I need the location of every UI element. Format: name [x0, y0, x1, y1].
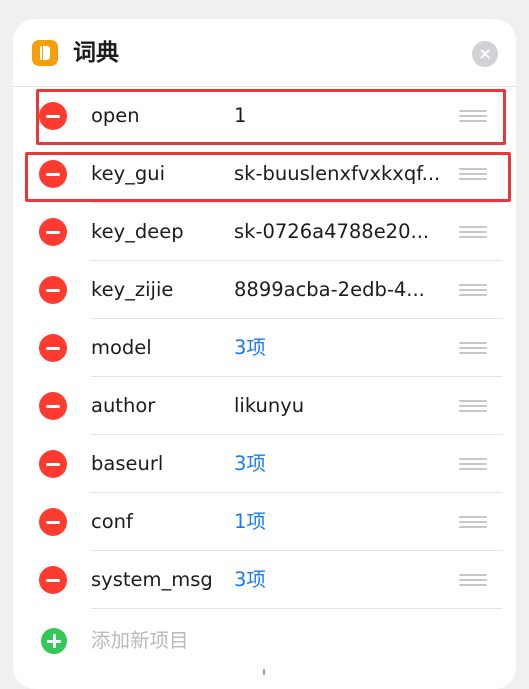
entry-value[interactable]: sk-buuslenxfvxkxqf... [234, 145, 450, 203]
list-item: key_gui sk-buuslenxfvxkxqf... [13, 145, 516, 203]
remove-icon[interactable] [39, 276, 67, 304]
entry-key[interactable]: author [91, 377, 155, 435]
entry-key[interactable]: system_msg [91, 551, 213, 609]
entry-key[interactable]: key_zijie [91, 261, 173, 319]
list-item: open 1 [13, 87, 516, 145]
drag-handle-icon[interactable] [459, 166, 487, 182]
drag-handle-icon[interactable] [459, 572, 487, 588]
entry-key[interactable]: model [91, 319, 152, 377]
dictionary-card: 词典 open 1 key_gui sk-buuslenxfvxkxqf... … [13, 19, 516, 689]
entry-key[interactable]: key_gui [91, 145, 165, 203]
remove-icon[interactable] [39, 392, 67, 420]
add-item-row[interactable]: 添加新项目 [13, 613, 516, 671]
entry-value-link[interactable]: 3项 [234, 435, 450, 493]
entry-key[interactable]: baseurl [91, 435, 163, 493]
entry-key[interactable]: open [91, 87, 140, 145]
book-icon [32, 40, 58, 66]
entry-value-link[interactable]: 3项 [234, 551, 450, 609]
header: 词典 [13, 19, 516, 87]
entry-value[interactable]: likunyu [234, 377, 450, 435]
remove-icon[interactable] [39, 450, 67, 478]
entry-value-link[interactable]: 1项 [234, 493, 450, 551]
bottom-indicator [263, 669, 265, 675]
list-item: key_deep sk-0726a4788e20... [13, 203, 516, 261]
page-title: 词典 [73, 40, 119, 66]
list-item: system_msg 3项 [13, 551, 516, 609]
list-item: baseurl 3项 [13, 435, 516, 493]
remove-icon[interactable] [39, 160, 67, 188]
add-item-label[interactable]: 添加新项目 [91, 613, 189, 669]
entry-value[interactable]: sk-0726a4788e20... [234, 203, 450, 261]
remove-icon[interactable] [39, 334, 67, 362]
drag-handle-icon[interactable] [459, 282, 487, 298]
list-item: author likunyu [13, 377, 516, 435]
entry-value-link[interactable]: 3项 [234, 319, 450, 377]
entry-key[interactable]: conf [91, 493, 133, 551]
close-icon[interactable] [472, 41, 498, 67]
entry-value[interactable]: 8899acba-2edb-4... [234, 261, 450, 319]
remove-icon[interactable] [39, 566, 67, 594]
entry-value[interactable]: 1 [234, 87, 450, 145]
list-item: conf 1项 [13, 493, 516, 551]
list-item: model 3项 [13, 319, 516, 377]
plus-icon[interactable] [41, 628, 67, 654]
drag-handle-icon[interactable] [459, 224, 487, 240]
remove-icon[interactable] [39, 508, 67, 536]
drag-handle-icon[interactable] [459, 398, 487, 414]
remove-icon[interactable] [39, 218, 67, 246]
drag-handle-icon[interactable] [459, 514, 487, 530]
remove-icon[interactable] [39, 102, 67, 130]
list-item: key_zijie 8899acba-2edb-4... [13, 261, 516, 319]
drag-handle-icon[interactable] [459, 456, 487, 472]
drag-handle-icon[interactable] [459, 108, 487, 124]
entry-key[interactable]: key_deep [91, 203, 184, 261]
drag-handle-icon[interactable] [459, 340, 487, 356]
